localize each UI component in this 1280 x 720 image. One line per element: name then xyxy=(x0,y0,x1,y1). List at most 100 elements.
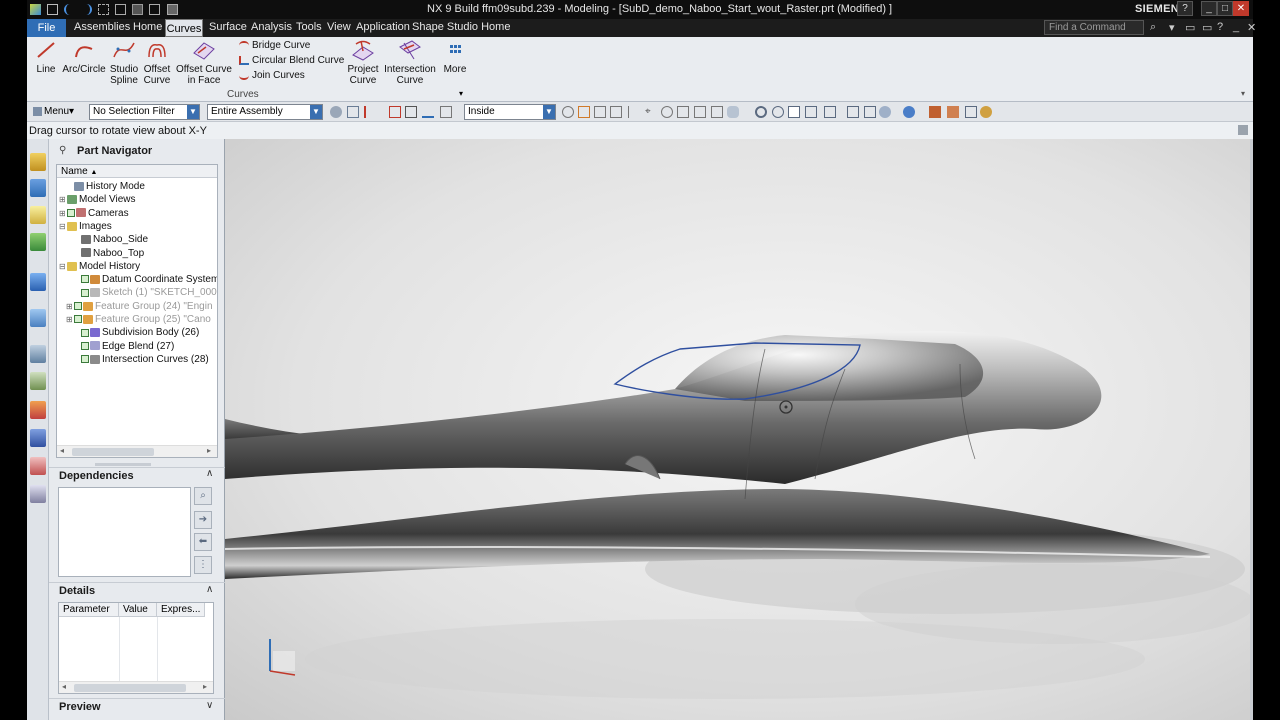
expand-icon[interactable]: ∨ xyxy=(206,700,213,711)
offset-curve-in-face-button[interactable]: Offset Curve in Face xyxy=(175,39,233,86)
reuse-library-icon[interactable] xyxy=(30,233,46,251)
select-body-icon[interactable] xyxy=(389,106,401,118)
tab-curves[interactable]: Curves xyxy=(165,19,203,37)
scroll-thumb[interactable] xyxy=(74,684,186,692)
tab-surface[interactable]: Surface xyxy=(209,21,247,33)
render-style-icon[interactable] xyxy=(824,106,836,118)
snap-quadrant-icon[interactable] xyxy=(677,106,689,118)
collapse-icon[interactable]: ∧ xyxy=(206,468,213,479)
horizontal-scrollbar[interactable]: ◂ ▸ xyxy=(59,681,213,693)
tab-application[interactable]: Application xyxy=(356,21,410,33)
checkbox-icon[interactable] xyxy=(74,315,82,324)
assembly-navigator-icon[interactable] xyxy=(30,153,46,171)
snap-midpoint-icon[interactable] xyxy=(578,106,590,118)
system-materials-icon[interactable] xyxy=(30,372,46,390)
minimize-icon[interactable]: _ xyxy=(1233,21,1239,33)
tree-row[interactable]: Edge Blend (27) xyxy=(73,340,174,353)
hd3d-tools-icon[interactable] xyxy=(30,273,46,291)
splitter-handle[interactable] xyxy=(95,463,151,466)
expression-column-header[interactable]: Expres... xyxy=(157,603,205,617)
tab-shape-studio-home[interactable]: Shape Studio Home xyxy=(412,21,510,33)
graphics-viewport[interactable] xyxy=(225,139,1250,720)
tab-home[interactable]: Home xyxy=(133,21,162,33)
checkbox-icon[interactable] xyxy=(74,302,82,311)
search-icon[interactable]: ⌕ xyxy=(1150,21,1156,34)
minimize-button[interactable]: _ xyxy=(1201,1,1217,16)
horizontal-scrollbar[interactable]: ◂ ▸ xyxy=(57,445,217,457)
nx-logo-icon[interactable] xyxy=(30,3,41,15)
intersection-curve-button[interactable]: Intersection Curve xyxy=(382,39,438,86)
scroll-thumb[interactable] xyxy=(72,448,154,456)
snap-face-icon[interactable] xyxy=(711,106,723,118)
snap-existing-icon[interactable] xyxy=(694,106,706,118)
snap-bounded-icon[interactable] xyxy=(727,106,739,118)
collapse-icon[interactable]: ⊟ xyxy=(59,220,67,233)
more-button[interactable]: More xyxy=(439,39,471,75)
tree-row[interactable]: Datum Coordinate System xyxy=(73,273,217,286)
file-tab[interactable]: File xyxy=(27,19,66,37)
layout-icon[interactable]: ▭ xyxy=(1185,21,1195,34)
snap-intersection-icon[interactable] xyxy=(610,106,622,118)
checkbox-icon[interactable] xyxy=(81,288,89,297)
snap-endpoint-icon[interactable] xyxy=(562,106,574,118)
copy-icon[interactable] xyxy=(115,3,127,15)
part-navigator-icon[interactable] xyxy=(30,206,46,224)
section-icon[interactable] xyxy=(929,106,941,118)
web-browser-icon[interactable] xyxy=(30,309,46,327)
inside-select[interactable]: Inside ▼ xyxy=(464,104,556,120)
offset-curve-button[interactable]: Offset Curve xyxy=(142,39,172,86)
tree-row[interactable]: Sketch (1) "SKETCH_000 xyxy=(73,286,217,299)
snap-control-icon[interactable] xyxy=(594,106,606,118)
window-icon[interactable] xyxy=(166,3,178,15)
constraint-navigator-icon[interactable] xyxy=(30,179,46,197)
select-feature-icon[interactable] xyxy=(364,106,376,118)
checkbox-icon[interactable] xyxy=(81,341,89,350)
join-curves-button[interactable]: Join Curves xyxy=(239,70,305,81)
search-icon[interactable]: ⌕ xyxy=(194,487,212,505)
bridge-curve-button[interactable]: Bridge Curve xyxy=(239,40,310,51)
checkbox-icon[interactable] xyxy=(81,355,89,364)
restore-button[interactable]: □ xyxy=(1217,1,1233,16)
redo-icon[interactable] xyxy=(81,3,93,15)
tab-tools[interactable]: Tools xyxy=(296,21,322,33)
settings-icon[interactable]: ▾ xyxy=(1169,21,1175,34)
value-column-header[interactable]: Value xyxy=(119,603,157,617)
snap-arc-center-icon[interactable]: ⌖ xyxy=(645,106,657,118)
find-command-input[interactable]: Find a Command xyxy=(1044,20,1144,35)
history-icon[interactable] xyxy=(30,345,46,363)
pan-icon[interactable] xyxy=(788,106,800,118)
scroll-left-icon[interactable]: ◂ xyxy=(60,446,64,455)
tree-row[interactable]: Intersection Curves (28) xyxy=(73,353,209,366)
parameter-column-header[interactable]: Parameter xyxy=(59,603,119,617)
naboo-model-render[interactable] xyxy=(225,139,1250,720)
select-face-icon[interactable] xyxy=(405,106,417,118)
checkbox-icon[interactable] xyxy=(81,275,89,284)
checkbox-icon[interactable] xyxy=(81,328,89,337)
circular-blend-curve-button[interactable]: Circular Blend Curve xyxy=(239,55,344,66)
arrow-left-icon[interactable]: ⬅ xyxy=(194,533,212,551)
expand-icon[interactable]: ⊞ xyxy=(59,193,67,206)
help-button[interactable]: ? xyxy=(1177,1,1193,16)
pin-icon[interactable]: ⚲ xyxy=(59,145,66,156)
checkbox-icon[interactable] xyxy=(67,208,75,217)
tree-row[interactable]: ⊞ Model Views xyxy=(59,193,136,206)
clip-icon[interactable] xyxy=(947,106,959,118)
selection-filter-select[interactable]: No Selection Filter ▼ xyxy=(89,104,200,120)
view-layout-icon[interactable] xyxy=(864,106,876,118)
arc-circle-button[interactable]: Arc/Circle xyxy=(61,39,107,75)
select-edge-icon[interactable] xyxy=(422,106,434,118)
repeat-command-icon[interactable] xyxy=(149,3,161,15)
project-curve-button[interactable]: Project Curve xyxy=(345,39,381,86)
rotate-icon[interactable] xyxy=(772,106,784,118)
status-expand-icon[interactable] xyxy=(1238,125,1248,135)
arrow-right-icon[interactable]: ➔ xyxy=(194,511,212,529)
background-icon[interactable] xyxy=(879,106,891,118)
line-button[interactable]: Line xyxy=(33,39,59,75)
tree-icon[interactable]: ⋮ xyxy=(194,556,212,574)
tree-row[interactable]: ⊟ Images xyxy=(59,220,112,233)
tab-view[interactable]: View xyxy=(327,21,351,33)
tree-row[interactable]: ⊞ Cameras xyxy=(59,207,129,220)
tab-assemblies[interactable]: Assemblies xyxy=(74,21,130,33)
system-scenes-icon[interactable] xyxy=(30,485,46,503)
hide-show-icon[interactable] xyxy=(965,106,977,118)
